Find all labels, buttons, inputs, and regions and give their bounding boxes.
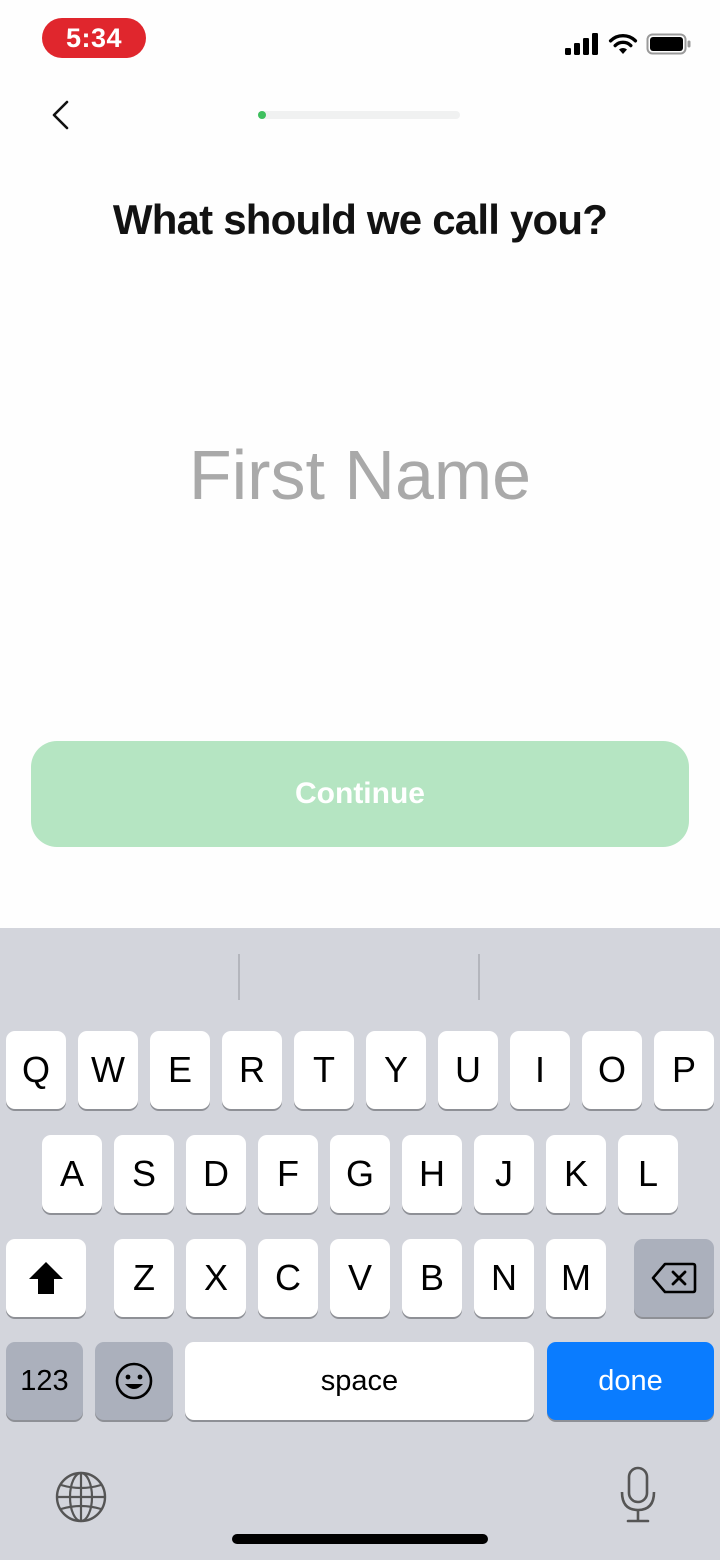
backspace-key[interactable] [634, 1239, 714, 1317]
backspace-icon [651, 1262, 697, 1294]
key-l[interactable]: L [618, 1135, 678, 1213]
space-key[interactable]: space [185, 1342, 534, 1420]
onboarding-progress-bar [258, 111, 460, 119]
key-g[interactable]: G [330, 1135, 390, 1213]
key-y[interactable]: Y [366, 1031, 426, 1109]
microphone-icon [620, 1466, 656, 1523]
emoji-key[interactable] [95, 1342, 173, 1420]
shift-key[interactable] [6, 1239, 86, 1317]
globe-button[interactable] [54, 1470, 108, 1524]
key-c[interactable]: C [258, 1239, 318, 1317]
key-r[interactable]: R [222, 1031, 282, 1109]
key-b[interactable]: B [402, 1239, 462, 1317]
key-v[interactable]: V [330, 1239, 390, 1317]
home-indicator [232, 1534, 488, 1544]
key-x[interactable]: X [186, 1239, 246, 1317]
battery-icon [646, 33, 691, 55]
done-key[interactable]: done [547, 1342, 714, 1420]
globe-icon [55, 1471, 107, 1523]
key-t[interactable]: T [294, 1031, 354, 1109]
dictation-button[interactable] [618, 1466, 658, 1524]
key-i[interactable]: I [510, 1031, 570, 1109]
first-name-input[interactable] [60, 420, 660, 530]
key-n[interactable]: N [474, 1239, 534, 1317]
key-h[interactable]: H [402, 1135, 462, 1213]
numbers-key[interactable]: 123 [6, 1342, 83, 1420]
suggestion-divider [478, 954, 480, 1000]
key-a[interactable]: A [42, 1135, 102, 1213]
emoji-icon [115, 1362, 153, 1400]
key-d[interactable]: D [186, 1135, 246, 1213]
key-j[interactable]: J [474, 1135, 534, 1213]
key-e[interactable]: E [150, 1031, 210, 1109]
cellular-signal-icon [565, 33, 598, 55]
shift-icon [29, 1262, 63, 1294]
key-f[interactable]: F [258, 1135, 318, 1213]
key-k[interactable]: K [546, 1135, 606, 1213]
key-w[interactable]: W [78, 1031, 138, 1109]
key-u[interactable]: U [438, 1031, 498, 1109]
key-m[interactable]: M [546, 1239, 606, 1317]
suggestion-divider [238, 954, 240, 1000]
key-o[interactable]: O [582, 1031, 642, 1109]
key-q[interactable]: Q [6, 1031, 66, 1109]
wifi-icon [608, 33, 638, 54]
page-title: What should we call you? [112, 196, 608, 243]
back-button[interactable] [38, 92, 84, 138]
status-time: 5:34 [42, 18, 146, 58]
key-s[interactable]: S [114, 1135, 174, 1213]
key-z[interactable]: Z [114, 1239, 174, 1317]
progress-fill [258, 111, 267, 119]
continue-button[interactable]: Continue [31, 741, 689, 847]
chevron-left-icon [52, 100, 69, 130]
status-icons [564, 30, 692, 58]
key-p[interactable]: P [654, 1031, 714, 1109]
